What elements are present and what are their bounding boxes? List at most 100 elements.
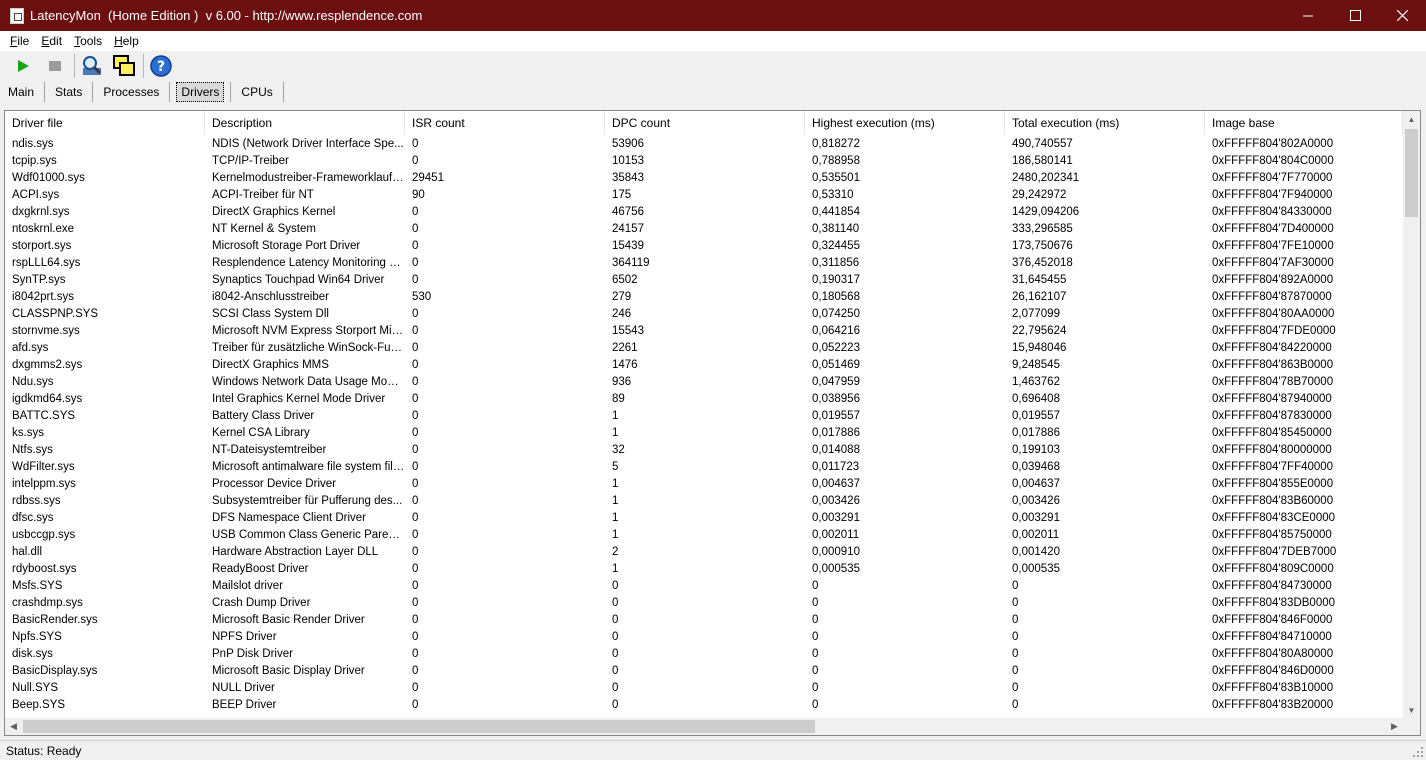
image-base-cell: 0xFFFFF804'85750000 [1212, 528, 1332, 541]
table-row[interactable]: dxgmms2.sys DirectX Graphics MMS 0 1476 0,05… [5, 356, 1403, 373]
table-row[interactable]: intelppm.sys Processor Device Driver 0 1 0,0… [5, 475, 1403, 492]
table-row[interactable]: usbccgp.sys USB Common Class Generic Pare… [5, 526, 1403, 543]
table-row[interactable]: BATTC.SYS Battery Class Driver 0 1 0,019557 0… [5, 407, 1403, 424]
table-row[interactable]: tcpip.sys TCP/IP-Treiber 0 10153 0,788958 186… [5, 152, 1403, 169]
tab-cpus[interactable]: CPUs [237, 82, 276, 102]
stop-button[interactable] [42, 53, 68, 79]
table-row[interactable]: rspLLL64.sys Resplendence Latency Monitor… [5, 254, 1403, 271]
description-cell: Treiber für zusätzliche WinSock-Fun... [212, 341, 405, 354]
scroll-up-arrow-icon[interactable]: ▲ [1403, 111, 1420, 128]
tab-stats[interactable]: Stats [51, 82, 86, 102]
image-base-cell: 0xFFFFF804'846F0000 [1212, 613, 1333, 626]
table-row[interactable]: Ndu.sys Windows Network Data Usage Monit.… [5, 373, 1403, 390]
close-button[interactable] [1379, 0, 1426, 31]
highest-execution-cell: 0 [812, 613, 819, 626]
app-icon [10, 7, 24, 24]
total-execution-cell: 31,645455 [1012, 273, 1067, 286]
tab-main[interactable]: Main [4, 82, 38, 102]
total-execution-cell: 0,004637 [1012, 477, 1060, 490]
horizontal-scroll-thumb[interactable] [23, 720, 815, 733]
table-row[interactable]: i8042prt.sys i8042-Anschlusstreiber 530 279… [5, 288, 1403, 305]
highest-execution-cell: 0,011723 [812, 460, 860, 473]
image-base-cell: 0xFFFFF804'85450000 [1212, 426, 1332, 439]
isr-count-cell: 0 [412, 307, 419, 320]
analyze-button[interactable] [79, 53, 105, 79]
vertical-scrollbar[interactable]: ▲ ▼ [1403, 111, 1420, 719]
table-row[interactable]: Beep.SYS BEEP Driver 0 0 0 0 0xFFFFF804'83B200… [5, 696, 1403, 713]
windows-button[interactable] [111, 53, 137, 79]
column-header-description[interactable]: Description [205, 111, 405, 135]
table-row[interactable]: dfsc.sys DFS Namespace Client Driver 0 1 0,0… [5, 509, 1403, 526]
table-row[interactable]: Null.SYS NULL Driver 0 0 0 0 0xFFFFF804'83B100… [5, 679, 1403, 696]
highest-execution-cell: 0,788958 [812, 154, 860, 167]
menu-edit[interactable]: Edit [39, 34, 64, 48]
total-execution-cell: 0 [1012, 630, 1019, 643]
column-header-dpc-count[interactable]: DPC count [605, 111, 805, 135]
table-row[interactable]: rdbss.sys Subsystemtreiber für Pufferung … [5, 492, 1403, 509]
highest-execution-cell: 0,052223 [812, 341, 860, 354]
scroll-down-arrow-icon[interactable]: ▼ [1403, 702, 1420, 719]
total-execution-cell: 173,750676 [1012, 239, 1073, 252]
scroll-right-arrow-icon[interactable]: ▶ [1386, 718, 1403, 735]
table-row[interactable]: ks.sys Kernel CSA Library 0 1 0,017886 0,0178… [5, 424, 1403, 441]
driver-file-cell: Ndu.sys [12, 375, 54, 388]
start-button[interactable] [10, 53, 36, 79]
menu-edit-label: dit [49, 34, 63, 48]
tab-drivers[interactable]: Drivers [176, 82, 225, 102]
table-row[interactable]: BasicRender.sys Microsoft Basic Render Dr… [5, 611, 1403, 628]
maximize-button[interactable] [1332, 0, 1379, 31]
description-cell: Hardware Abstraction Layer DLL [212, 545, 379, 558]
table-row[interactable]: CLASSPNP.SYS SCSI Class System Dll 0 246 0,0… [5, 305, 1403, 322]
table-row[interactable]: Wdf01000.sys Kernelmodustreiber-Framework… [5, 169, 1403, 186]
table-row[interactable]: ndis.sys NDIS (Network Driver Interface S… [5, 135, 1403, 152]
table-row[interactable]: Npfs.SYS NPFS Driver 0 0 0 0 0xFFFFF804'847100… [5, 628, 1403, 645]
table-row[interactable]: BasicDisplay.sys Microsoft Basic Display … [5, 662, 1403, 679]
table-row[interactable]: afd.sys Treiber für zusätzliche WinSock-F… [5, 339, 1403, 356]
column-header-total-execution[interactable]: Total execution (ms) [1005, 111, 1205, 135]
menu-help[interactable]: Help [112, 34, 141, 48]
driver-file-cell: dxgmms2.sys [12, 358, 83, 371]
table-row[interactable]: igdkmd64.sys Intel Graphics Kernel Mode D… [5, 390, 1403, 407]
table-row[interactable]: rdyboost.sys ReadyBoost Driver 0 1 0,000535 0… [5, 560, 1403, 577]
table-row[interactable]: WdFilter.sys Microsoft antimalware file s… [5, 458, 1403, 475]
table-row[interactable]: disk.sys PnP Disk Driver 0 0 0 0 0xFFFFF804'80… [5, 645, 1403, 662]
vertical-scroll-thumb[interactable] [1405, 129, 1418, 217]
table-row[interactable]: stornvme.sys Microsoft NVM Express Storpo… [5, 322, 1403, 339]
table-row[interactable]: Msfs.SYS Mailslot driver 0 0 0 0 0xFFFFF804'84… [5, 577, 1403, 594]
stop-icon [49, 61, 61, 71]
menu-file-label: ile [17, 34, 30, 48]
tab-processes[interactable]: Processes [99, 82, 163, 102]
table-row[interactable]: ntoskrnl.exe NT Kernel & System 0 24157 0,38… [5, 220, 1403, 237]
table-row[interactable]: storport.sys Microsoft Storage Port Drive… [5, 237, 1403, 254]
menu-file[interactable]: File [8, 34, 31, 48]
total-execution-cell: 0,199103 [1012, 443, 1060, 456]
menu-tools[interactable]: Tools [72, 34, 104, 48]
isr-count-cell: 0 [412, 545, 419, 558]
title-bar: LatencyMon (Home Edition ) v 6.00 - http… [0, 0, 1426, 31]
help-button[interactable]: ? [148, 53, 174, 79]
table-row[interactable]: Ntfs.sys NT-Dateisystemtreiber 0 32 0,014088… [5, 441, 1403, 458]
column-header-driver-file[interactable]: Driver file [5, 111, 205, 135]
isr-count-cell: 0 [412, 392, 419, 405]
table-header: Driver file Description ISR count DPC co… [5, 111, 1403, 135]
table-row[interactable]: hal.dll Hardware Abstraction Layer DLL 0 2 0… [5, 543, 1403, 560]
table-row[interactable]: ACPI.sys ACPI-Treiber für NT 90 175 0,53310 2… [5, 186, 1403, 203]
column-header-highest-execution[interactable]: Highest execution (ms) [805, 111, 1005, 135]
dpc-count-cell: 10153 [612, 154, 644, 167]
image-base-cell: 0xFFFFF804'83B60000 [1212, 494, 1334, 507]
column-header-isr-count[interactable]: ISR count [405, 111, 605, 135]
resize-grip-icon[interactable] [1412, 746, 1424, 758]
highest-execution-cell: 0,038956 [812, 392, 860, 405]
total-execution-cell: 490,740557 [1012, 137, 1073, 150]
scroll-left-arrow-icon[interactable]: ◀ [5, 718, 22, 735]
table-row[interactable]: SynTP.sys Synaptics Touchpad Win64 Driver… [5, 271, 1403, 288]
column-header-image-base[interactable]: Image base [1205, 111, 1403, 135]
isr-count-cell: 0 [412, 460, 419, 473]
highest-execution-cell: 0,000535 [812, 562, 860, 575]
horizontal-scrollbar[interactable]: ◀ ▶ [5, 718, 1403, 735]
minimize-button[interactable] [1285, 0, 1332, 31]
table-row[interactable]: crashdmp.sys Crash Dump Driver 0 0 0 0 0xFFFFF… [5, 594, 1403, 611]
table-row[interactable]: dxgkrnl.sys DirectX Graphics Kernel 0 46756… [5, 203, 1403, 220]
highest-execution-cell: 0,818272 [812, 137, 860, 150]
drivers-table: Driver file Description ISR count DPC co… [4, 110, 1421, 736]
